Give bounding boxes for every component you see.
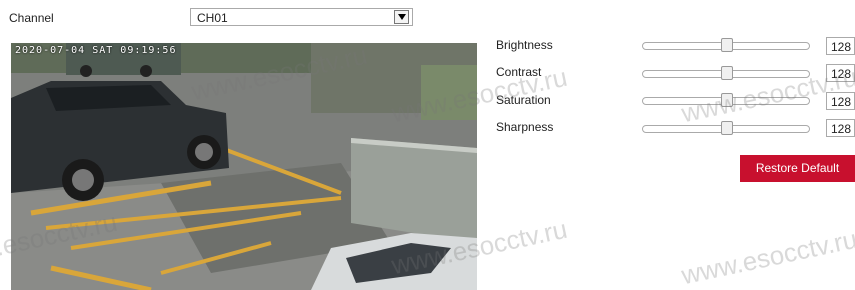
watermark: www.esocctv.ru <box>678 223 855 290</box>
sharpness-slider[interactable] <box>642 121 810 135</box>
restore-default-button[interactable]: Restore Default <box>740 155 855 182</box>
video-preview: 2020-07-04 SAT 09:19:56 <box>11 43 477 290</box>
brightness-label: Brightness <box>496 38 553 52</box>
image-settings-panel: Channel CH01 2020-07-04 SAT 09:19:56 Bri… <box>0 0 855 290</box>
saturation-label: Saturation <box>496 93 551 107</box>
contrast-slider-thumb[interactable] <box>721 66 733 80</box>
saturation-slider-thumb[interactable] <box>721 93 733 107</box>
channel-label: Channel <box>9 11 54 25</box>
contrast-label: Contrast <box>496 65 542 79</box>
saturation-value-input[interactable]: 128 <box>826 92 855 110</box>
sharpness-value-input[interactable]: 128 <box>826 119 855 137</box>
contrast-slider[interactable] <box>642 66 810 80</box>
sharpness-slider-thumb[interactable] <box>721 121 733 135</box>
channel-select-value: CH01 <box>197 11 228 25</box>
brightness-slider-thumb[interactable] <box>721 38 733 52</box>
sharpness-label: Sharpness <box>496 120 554 134</box>
brightness-slider[interactable] <box>642 38 810 52</box>
chevron-down-icon[interactable] <box>394 10 409 24</box>
contrast-value-input[interactable]: 128 <box>826 64 855 82</box>
channel-select[interactable]: CH01 <box>190 8 413 26</box>
saturation-slider[interactable] <box>642 93 810 107</box>
camera-scene-image <box>11 43 477 290</box>
brightness-value-input[interactable]: 128 <box>826 37 855 55</box>
osd-timestamp: 2020-07-04 SAT 09:19:56 <box>15 45 177 56</box>
